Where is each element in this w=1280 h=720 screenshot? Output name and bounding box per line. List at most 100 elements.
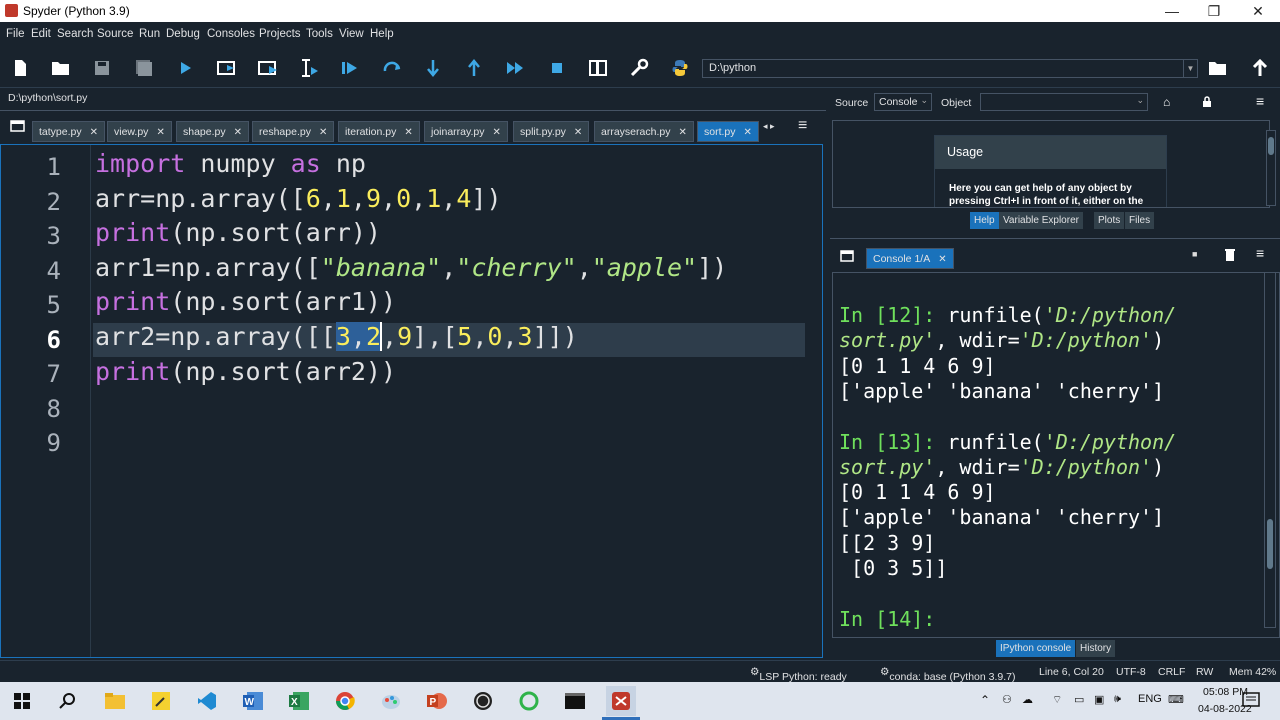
close-icon[interactable]: ✕: [319, 127, 327, 138]
options-menu-icon[interactable]: ≡: [1256, 93, 1264, 109]
options-menu-icon[interactable]: ≡: [798, 117, 807, 135]
sticky-notes-icon[interactable]: [148, 688, 174, 714]
browse-directory-icon[interactable]: [1206, 56, 1230, 80]
tab-iteration[interactable]: iteration.py ✕: [338, 121, 420, 142]
battery-icon[interactable]: ▭: [1074, 693, 1084, 706]
word-icon[interactable]: W: [240, 688, 266, 714]
close-icon[interactable]: ✕: [744, 127, 752, 138]
browse-tabs-icon[interactable]: [840, 249, 854, 267]
run-selection-icon[interactable]: [297, 56, 321, 80]
tab-ipython-console[interactable]: IPython console: [996, 640, 1076, 657]
tab-help[interactable]: Help: [970, 212, 999, 229]
tab-history[interactable]: History: [1076, 640, 1116, 657]
chevron-down-icon[interactable]: ▼: [1183, 60, 1197, 77]
vscode-icon[interactable]: [194, 688, 220, 714]
code-line[interactable]: print(np.sort(arr2)): [95, 357, 396, 386]
save-all-icon[interactable]: [132, 56, 156, 80]
home-icon[interactable]: ⌂: [1163, 95, 1170, 109]
code-line[interactable]: arr=np.array([6,1,9,0,1,4]): [95, 184, 502, 213]
continue-icon[interactable]: [503, 56, 527, 80]
code-line[interactable]: print(np.sort(arr1)): [95, 287, 396, 316]
preferences-icon[interactable]: [627, 56, 651, 80]
close-icon[interactable]: ✕: [90, 127, 98, 138]
close-icon[interactable]: ✕: [156, 127, 164, 138]
trash-icon[interactable]: [1224, 248, 1236, 266]
paint-icon[interactable]: [378, 688, 404, 714]
code-line[interactable]: arr2=np.array([[3,2,9],[5,0,3]]): [95, 322, 578, 351]
step-over-icon[interactable]: [380, 56, 404, 80]
tab-variable-explorer[interactable]: Variable Explorer: [999, 212, 1083, 229]
menu-tools[interactable]: Tools: [306, 28, 333, 40]
options-menu-icon[interactable]: ≡: [1256, 245, 1264, 261]
tab-console-1a[interactable]: Console 1/A ✕: [866, 248, 954, 269]
lock-icon[interactable]: [1202, 96, 1212, 107]
code-editor[interactable]: 1 2 3 4 5 6 7 8 9 import numpy as np arr=…: [0, 144, 823, 658]
menu-search[interactable]: Search: [57, 28, 93, 40]
minimize-button[interactable]: —: [1158, 1, 1186, 21]
console-scrollbar[interactable]: [1264, 272, 1276, 628]
file-explorer-icon[interactable]: [102, 688, 128, 714]
python-path-icon[interactable]: [668, 56, 692, 80]
run-cell-icon[interactable]: [215, 56, 239, 80]
app-green-icon[interactable]: [516, 688, 542, 714]
tab-arrayserach[interactable]: arrayserach.py ✕: [594, 121, 694, 142]
monitor-icon[interactable]: ▣: [1094, 693, 1104, 706]
tab-sort[interactable]: sort.py ✕: [697, 121, 759, 142]
console-output[interactable]: - - - In [12]: runfile('D:/python/sort.py…: [832, 272, 1280, 638]
tab-plots[interactable]: Plots: [1094, 212, 1125, 229]
help-scrollbar[interactable]: [1266, 130, 1276, 206]
working-directory-input[interactable]: D:\python ▼: [702, 59, 1198, 78]
save-icon[interactable]: [90, 56, 114, 80]
tab-view[interactable]: view.py ✕: [107, 121, 172, 142]
cloud-icon[interactable]: ☁: [1022, 693, 1033, 706]
parent-directory-icon[interactable]: [1248, 56, 1272, 80]
tab-files[interactable]: Files: [1125, 212, 1155, 229]
obs-icon[interactable]: [470, 688, 496, 714]
menu-projects[interactable]: Projects: [259, 28, 301, 40]
object-input[interactable]: ⌄: [980, 93, 1148, 111]
keyboard-icon[interactable]: ⌨: [1168, 693, 1184, 706]
menu-view[interactable]: View: [339, 28, 364, 40]
close-icon[interactable]: ✕: [574, 127, 582, 138]
close-icon[interactable]: ✕: [678, 127, 686, 138]
notification-icon[interactable]: [1242, 692, 1260, 715]
stop-icon[interactable]: [545, 56, 569, 80]
stop-kernel-icon[interactable]: ■: [1192, 249, 1197, 259]
menu-file[interactable]: File: [6, 28, 25, 40]
chevron-up-icon[interactable]: ⌃: [980, 693, 990, 707]
wifi-icon[interactable]: ⌔: [1052, 693, 1062, 707]
run-cell-advance-icon[interactable]: [256, 56, 280, 80]
volume-icon[interactable]: 🕪: [1114, 693, 1121, 706]
menu-debug[interactable]: Debug: [166, 28, 200, 40]
tab-reshape[interactable]: reshape.py ✕: [252, 121, 335, 142]
powerpoint-icon[interactable]: P: [424, 688, 450, 714]
language-indicator[interactable]: ENG: [1138, 693, 1162, 705]
spyder-icon[interactable]: [606, 686, 636, 716]
network-activity-icon[interactable]: ⚇: [1002, 693, 1012, 706]
step-into-icon[interactable]: [421, 56, 445, 80]
terminal-icon[interactable]: [562, 688, 588, 714]
tab-scroll-arrows-icon[interactable]: ◂ ▸: [763, 121, 775, 132]
menu-edit[interactable]: Edit: [31, 28, 51, 40]
browse-tabs-icon[interactable]: [10, 119, 26, 135]
close-icon[interactable]: ✕: [234, 127, 242, 138]
restore-button[interactable]: ❐: [1200, 1, 1228, 21]
close-icon[interactable]: ✕: [493, 127, 501, 138]
code-line[interactable]: import numpy as np: [95, 149, 366, 178]
menu-run[interactable]: Run: [139, 28, 160, 40]
tab-tatype[interactable]: tatype.py ✕: [32, 121, 106, 142]
tab-split[interactable]: split.py.py ✕: [513, 121, 590, 142]
new-file-icon[interactable]: [8, 56, 32, 80]
maximize-pane-icon[interactable]: [586, 56, 610, 80]
chrome-icon[interactable]: [332, 688, 358, 714]
search-icon[interactable]: [55, 688, 81, 714]
step-out-icon[interactable]: [462, 56, 486, 80]
debug-icon[interactable]: [338, 56, 362, 80]
close-button[interactable]: ✕: [1244, 1, 1272, 21]
open-file-icon[interactable]: [49, 56, 73, 80]
code-line[interactable]: print(np.sort(arr)): [95, 218, 381, 247]
tab-joinarray[interactable]: joinarray.py ✕: [424, 121, 508, 142]
close-icon[interactable]: ✕: [938, 254, 946, 265]
close-icon[interactable]: ✕: [404, 127, 412, 138]
menu-help[interactable]: Help: [370, 28, 394, 40]
